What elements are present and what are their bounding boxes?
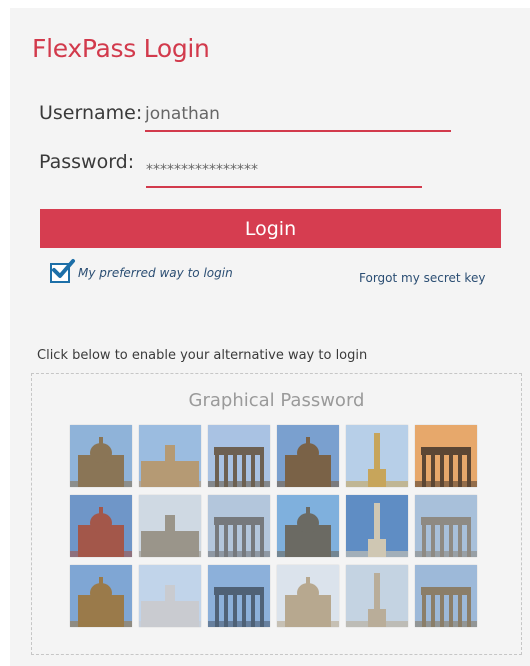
checkmark-icon — [52, 259, 75, 278]
image-tile-brandenburg-gate-dusk[interactable] — [415, 425, 477, 487]
graphical-password-title: Graphical Password — [188, 390, 365, 411]
image-tile-tower-of-london[interactable] — [415, 565, 477, 627]
image-tile-berlin-cathedral[interactable] — [70, 425, 132, 487]
tower-bridge-image — [277, 495, 339, 557]
berlin-cathedral-dome-image — [277, 425, 339, 487]
image-tile-big-ben[interactable] — [70, 565, 132, 627]
charlottenburg-palace-image — [139, 425, 201, 487]
image-tile-tower-bridge[interactable] — [277, 495, 339, 557]
page-title: FlexPass Login — [32, 34, 210, 63]
password-field[interactable] — [146, 158, 422, 188]
st-pauls-cathedral-image — [346, 495, 408, 557]
brandenburg-gate-image — [208, 425, 270, 487]
image-tile-london-eye[interactable] — [139, 565, 201, 627]
username-label: Username: — [39, 102, 143, 124]
image-tile-brandenburg-gate[interactable] — [208, 425, 270, 487]
preferred-checkbox[interactable] — [50, 259, 75, 283]
login-button[interactable]: Login — [40, 209, 501, 248]
tower-of-london-image — [415, 565, 477, 627]
red-town-hall-image — [70, 495, 132, 557]
tower-bridge-blue-image — [208, 565, 270, 627]
image-tile-tower-bridge-blue[interactable] — [208, 565, 270, 627]
image-tile-holocaust-memorial[interactable] — [208, 495, 270, 557]
holocaust-memorial-image — [208, 495, 270, 557]
image-tile-nelsons-column[interactable] — [415, 495, 477, 557]
preferred-login-option[interactable]: My preferred way to login — [50, 259, 233, 283]
nelsons-column-image — [415, 495, 477, 557]
statue-square-image — [139, 495, 201, 557]
graphical-password-area: Graphical Password — [31, 373, 522, 655]
image-grid — [70, 425, 477, 627]
brandenburg-gate-dusk-image — [415, 425, 477, 487]
forgot-secret-key-link[interactable]: Forgot my secret key — [359, 271, 485, 285]
login-panel: FlexPass Login Username: Password: Login… — [10, 8, 530, 666]
image-tile-buckingham-palace[interactable] — [277, 565, 339, 627]
victory-column-image — [346, 425, 408, 487]
berlin-cathedral-image — [70, 425, 132, 487]
username-field[interactable] — [145, 102, 451, 132]
image-tile-victory-column[interactable] — [346, 425, 408, 487]
buckingham-palace-image — [277, 565, 339, 627]
big-ben-image — [70, 565, 132, 627]
image-tile-charlottenburg-palace[interactable] — [139, 425, 201, 487]
london-eye-image — [139, 565, 201, 627]
alternative-login-caption: Click below to enable your alternative w… — [37, 348, 368, 363]
image-tile-statue-square[interactable] — [139, 495, 201, 557]
victoria-memorial-image — [346, 565, 408, 627]
image-tile-st-pauls-cathedral[interactable] — [346, 495, 408, 557]
image-tile-red-town-hall[interactable] — [70, 495, 132, 557]
password-label: Password: — [39, 151, 135, 173]
preferred-label: My preferred way to login — [78, 266, 233, 280]
image-tile-victoria-memorial[interactable] — [346, 565, 408, 627]
image-tile-berlin-cathedral-dome[interactable] — [277, 425, 339, 487]
